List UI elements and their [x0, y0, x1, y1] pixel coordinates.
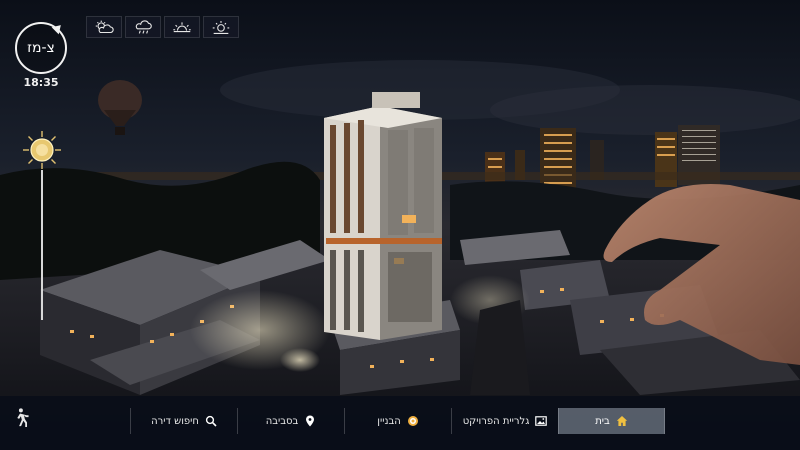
sun-slider-track[interactable]: [41, 170, 43, 320]
gallery-image-icon: [535, 416, 548, 426]
nav-tab-label: בסביבה: [265, 415, 299, 427]
search-icon: [205, 415, 217, 427]
nav-tab-apartment-search[interactable]: חיפוש דירה: [130, 408, 237, 434]
weather-sunset-button[interactable]: [164, 16, 200, 38]
clock-time: 18:35: [23, 76, 59, 89]
walking-person-button[interactable]: [8, 404, 32, 432]
main-tower[interactable]: [324, 92, 442, 340]
nav-tab-label: גלריית הפרויקט: [462, 415, 530, 427]
nav-tab-surroundings[interactable]: בסביבה: [237, 408, 344, 434]
compass-orientation[interactable]: צ-מז: [15, 21, 67, 74]
weather-partly-cloudy-button[interactable]: [86, 16, 122, 38]
weather-sun-button[interactable]: [203, 16, 239, 38]
nav-tab-building[interactable]: הבניין: [344, 408, 451, 434]
weather-toolbar: [86, 16, 239, 38]
sun-icon: [212, 21, 230, 34]
nav-tab-label: הבניין: [377, 415, 401, 427]
partly-cloudy-icon: [95, 20, 114, 34]
project-viewer-screen: צ-מז 18:35 חיפוש דירה בסביבה הבניין גלרי…: [0, 0, 800, 450]
city-night-scene[interactable]: [0, 0, 800, 450]
rain-cloud-icon: [135, 20, 152, 34]
nav-tab-home[interactable]: בית: [558, 408, 665, 434]
sunset-icon: [173, 22, 191, 33]
sun-slider-handle-icon[interactable]: [22, 130, 62, 170]
nav-tab-label: חיפוש דירה: [151, 415, 199, 427]
bottom-navigation-bar: חיפוש דירה בסביבה הבניין גלריית הפרויקט …: [0, 396, 800, 450]
main-nav-tabs: חיפוש דירה בסביבה הבניין גלריית הפרויקט …: [130, 408, 665, 434]
nav-tab-project-gallery[interactable]: גלריית הפרויקט: [451, 408, 558, 434]
sun-position-slider[interactable]: [22, 130, 62, 325]
compass-label: צ-מז: [27, 40, 55, 56]
walking-person-icon: [17, 408, 29, 427]
building-target-icon: [407, 416, 418, 426]
weather-rain-button[interactable]: [125, 16, 161, 38]
location-pin-icon: [306, 415, 315, 427]
nav-tab-label: בית: [595, 415, 610, 427]
home-icon: [616, 416, 627, 426]
